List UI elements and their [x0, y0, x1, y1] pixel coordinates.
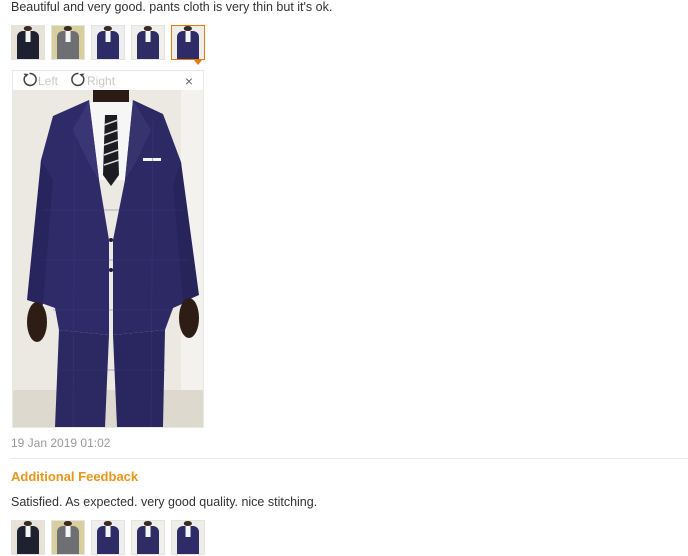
- thumbnail-head: [143, 521, 153, 526]
- thumbnail-suit: [136, 30, 160, 59]
- thumbnail-head: [103, 26, 113, 31]
- rotate-left-label: Left: [38, 73, 59, 88]
- thumbnail-suit: [96, 30, 120, 59]
- rotate-right-button[interactable]: Right: [70, 71, 115, 91]
- thumbnail-suit: [176, 30, 200, 59]
- viewer-toolbar: Left Right ×: [13, 71, 203, 90]
- thumbnail[interactable]: [51, 520, 85, 555]
- thumbnail-head: [183, 521, 193, 526]
- thumbnail-head: [23, 26, 33, 31]
- thumbnail-head: [23, 521, 33, 526]
- review-text: Beautiful and very good. pants cloth is …: [11, 0, 333, 14]
- thumbnail-suit: [176, 525, 200, 554]
- thumbnail-head: [63, 26, 73, 31]
- rotate-right-icon: [70, 71, 87, 91]
- thumbnail-suit: [16, 525, 40, 554]
- rotate-left-icon: [21, 71, 38, 91]
- thumbnail[interactable]: [171, 520, 205, 555]
- thumbnail-suit: [16, 30, 40, 59]
- review-photo: [13, 90, 203, 427]
- thumbnail-head: [63, 521, 73, 526]
- thumbnail-head: [183, 26, 193, 31]
- review-thumbnail-list: [11, 25, 205, 60]
- thumbnail-suit: [56, 525, 80, 554]
- rotate-left-button[interactable]: Left: [21, 71, 58, 91]
- suit-photo-illustration: [13, 90, 203, 427]
- thumbnail[interactable]: [91, 25, 125, 60]
- additional-feedback-title: Additional Feedback: [11, 469, 139, 484]
- thumbnail[interactable]: [11, 25, 45, 60]
- thumbnail[interactable]: [171, 25, 205, 60]
- rotate-right-label: Right: [87, 73, 116, 88]
- thumbnail[interactable]: [91, 520, 125, 555]
- close-icon[interactable]: ×: [185, 73, 193, 89]
- thumbnail-suit: [96, 525, 120, 554]
- thumbnail-suit: [56, 30, 80, 59]
- review-date: 19 Jan 2019 01:02: [11, 436, 111, 450]
- thumbnail[interactable]: [51, 25, 85, 60]
- thumbnail-suit: [136, 525, 160, 554]
- image-viewer: Left Right ×: [12, 70, 204, 428]
- divider: [11, 458, 688, 459]
- thumbnail[interactable]: [131, 520, 165, 555]
- thumbnail-head: [143, 26, 153, 31]
- additional-feedback-text: Satisfied. As expected. very good qualit…: [11, 495, 318, 509]
- active-thumbnail-pointer: [194, 60, 202, 65]
- thumbnail[interactable]: [131, 25, 165, 60]
- thumbnail-head: [103, 521, 113, 526]
- thumbnail[interactable]: [11, 520, 45, 555]
- feedback-thumbnail-list: [11, 520, 205, 555]
